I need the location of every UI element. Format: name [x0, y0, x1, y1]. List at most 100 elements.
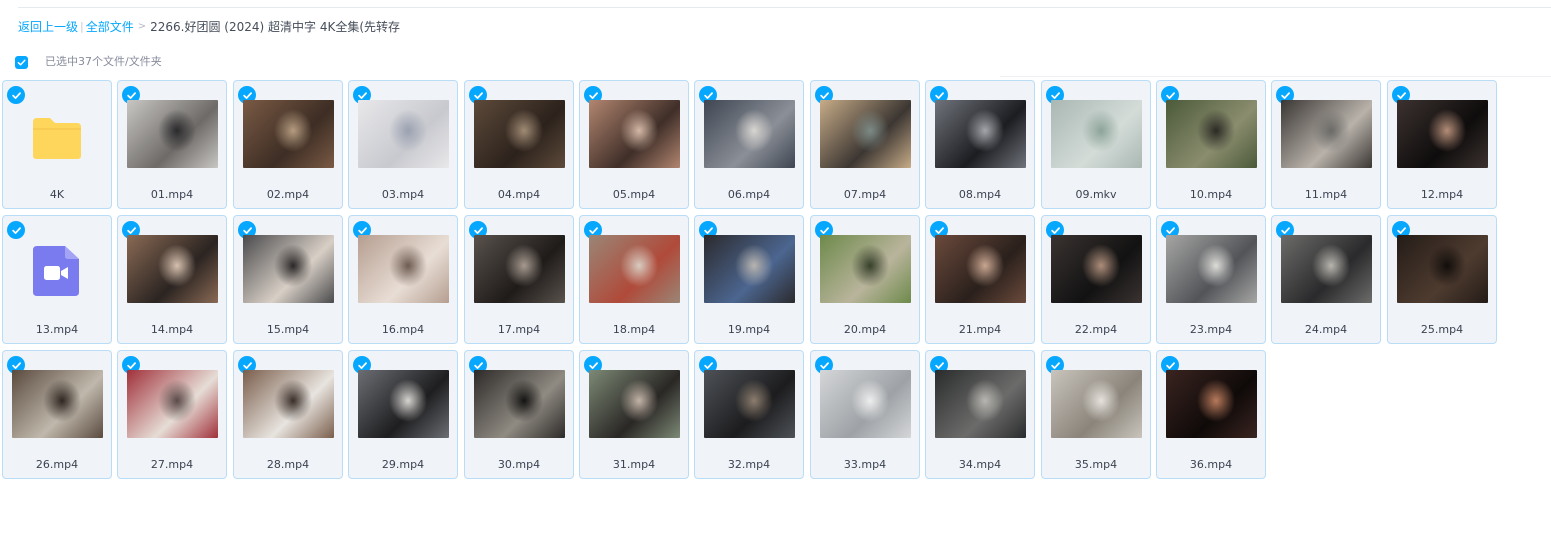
check-icon — [1165, 91, 1175, 99]
file-card[interactable]: 08.mp4 — [925, 80, 1035, 209]
file-card[interactable]: 21.mp4 — [925, 215, 1035, 344]
check-icon — [1396, 226, 1406, 234]
video-thumbnail — [243, 235, 334, 303]
file-card[interactable]: 32.mp4 — [694, 350, 804, 479]
file-name: 28.mp4 — [266, 458, 310, 471]
video-thumbnail — [1166, 100, 1257, 168]
check-icon — [934, 91, 944, 99]
file-card[interactable]: 20.mp4 — [810, 215, 920, 344]
breadcrumb-separator: | — [80, 19, 84, 33]
file-name: 22.mp4 — [1074, 323, 1118, 336]
file-name: 20.mp4 — [843, 323, 887, 336]
back-link[interactable]: 返回上一级 — [18, 18, 78, 35]
video-thumbnail — [935, 370, 1026, 438]
video-thumbnail — [243, 370, 334, 438]
file-card[interactable]: 31.mp4 — [579, 350, 689, 479]
file-card[interactable]: 22.mp4 — [1041, 215, 1151, 344]
video-thumbnail — [704, 370, 795, 438]
selected-checkbox[interactable] — [7, 86, 25, 104]
file-name: 05.mp4 — [612, 188, 656, 201]
file-card[interactable]: 35.mp4 — [1041, 350, 1151, 479]
file-card[interactable]: 23.mp4 — [1156, 215, 1266, 344]
file-name: 29.mp4 — [381, 458, 425, 471]
selection-divider — [1000, 76, 1551, 77]
video-thumbnail — [127, 100, 218, 168]
file-card[interactable]: 27.mp4 — [117, 350, 227, 479]
selection-count-label: 已选中37个文件/文件夹 — [45, 55, 162, 68]
video-thumbnail — [243, 100, 334, 168]
file-name: 21.mp4 — [958, 323, 1002, 336]
file-card[interactable]: 04.mp4 — [464, 80, 574, 209]
file-card[interactable]: 33.mp4 — [810, 350, 920, 479]
video-thumbnail — [358, 370, 449, 438]
selected-checkbox[interactable] — [7, 221, 25, 239]
file-name: 08.mp4 — [958, 188, 1002, 201]
check-icon — [819, 361, 829, 369]
file-card[interactable]: 19.mp4 — [694, 215, 804, 344]
all-files-link[interactable]: 全部文件 — [86, 18, 134, 35]
breadcrumb-arrow: > — [137, 20, 147, 32]
check-icon — [588, 226, 598, 234]
file-card[interactable]: 18.mp4 — [579, 215, 689, 344]
file-card[interactable]: 17.mp4 — [464, 215, 574, 344]
file-card[interactable]: 14.mp4 — [117, 215, 227, 344]
file-name: 02.mp4 — [266, 188, 310, 201]
check-icon — [1050, 226, 1060, 234]
video-thumbnail — [1051, 100, 1142, 168]
file-card[interactable]: 30.mp4 — [464, 350, 574, 479]
file-card[interactable]: 07.mp4 — [810, 80, 920, 209]
file-card[interactable]: 36.mp4 — [1156, 350, 1266, 479]
video-thumbnail — [935, 100, 1026, 168]
file-card[interactable]: 09.mkv — [1041, 80, 1151, 209]
select-all-checkbox[interactable] — [15, 55, 28, 69]
check-icon — [1280, 91, 1290, 99]
file-card[interactable]: 24.mp4 — [1271, 215, 1381, 344]
file-name: 30.mp4 — [497, 458, 541, 471]
video-thumbnail — [1281, 100, 1372, 168]
file-name: 32.mp4 — [727, 458, 771, 471]
file-card[interactable]: 15.mp4 — [233, 215, 343, 344]
file-name: 03.mp4 — [381, 188, 425, 201]
file-name: 12.mp4 — [1420, 188, 1464, 201]
check-icon — [473, 226, 483, 234]
file-card[interactable]: 29.mp4 — [348, 350, 458, 479]
file-name: 19.mp4 — [727, 323, 771, 336]
check-icon — [703, 91, 713, 99]
top-divider — [18, 7, 1551, 8]
file-card[interactable]: 02.mp4 — [233, 80, 343, 209]
file-browser: 返回上一级 | 全部文件 > 2266.好团圆 (2024) 超清中字 4K全集… — [0, 0, 1551, 551]
file-name: 07.mp4 — [843, 188, 887, 201]
file-card[interactable]: 25.mp4 — [1387, 215, 1497, 344]
video-thumbnail — [1397, 100, 1488, 168]
file-card[interactable]: 4K — [2, 80, 112, 209]
file-card[interactable]: 28.mp4 — [233, 350, 343, 479]
check-icon — [126, 361, 136, 369]
video-thumbnail — [474, 370, 565, 438]
file-card[interactable]: 06.mp4 — [694, 80, 804, 209]
file-card[interactable]: 16.mp4 — [348, 215, 458, 344]
file-card[interactable]: 26.mp4 — [2, 350, 112, 479]
file-card[interactable]: 10.mp4 — [1156, 80, 1266, 209]
file-card[interactable]: 03.mp4 — [348, 80, 458, 209]
file-name: 23.mp4 — [1189, 323, 1233, 336]
file-name: 04.mp4 — [497, 188, 541, 201]
file-card[interactable]: 01.mp4 — [117, 80, 227, 209]
file-card[interactable]: 13.mp4 — [2, 215, 112, 344]
current-folder-label: 2266.好团圆 (2024) 超清中字 4K全集(先转存再... — [150, 19, 401, 34]
file-name: 25.mp4 — [1420, 323, 1464, 336]
video-thumbnail — [1281, 235, 1372, 303]
file-card[interactable]: 11.mp4 — [1271, 80, 1381, 209]
check-icon — [17, 59, 26, 66]
video-thumbnail — [589, 370, 680, 438]
check-icon — [934, 361, 944, 369]
check-icon — [473, 91, 483, 99]
video-thumbnail — [820, 235, 911, 303]
file-card[interactable]: 12.mp4 — [1387, 80, 1497, 209]
file-name: 34.mp4 — [958, 458, 1002, 471]
file-card[interactable]: 05.mp4 — [579, 80, 689, 209]
file-card[interactable]: 34.mp4 — [925, 350, 1035, 479]
video-thumbnail — [358, 235, 449, 303]
video-thumbnail — [1166, 235, 1257, 303]
check-icon — [1280, 226, 1290, 234]
check-icon — [819, 226, 829, 234]
